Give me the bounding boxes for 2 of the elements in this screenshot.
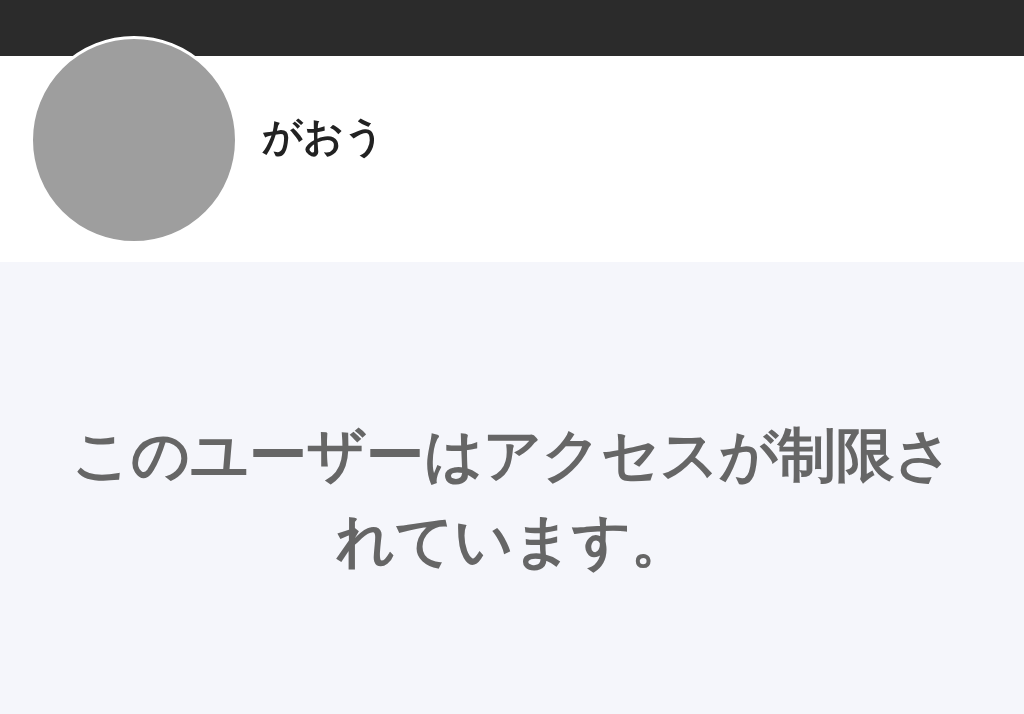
restriction-message: このユーザーはアクセスが制限されています。: [70, 421, 954, 575]
user-name: がおう: [262, 113, 385, 160]
